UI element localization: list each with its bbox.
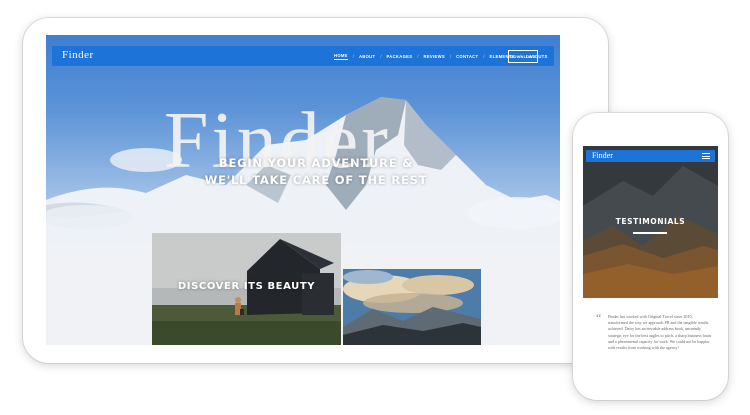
testimonials-title: TESTIMONIALS [615, 217, 686, 226]
download-button[interactable]: DOWNLOAD [508, 50, 538, 63]
hero-section: Finder BEGIN YOUR ADVENTURE & WE'LL TAKE… [46, 35, 560, 245]
discover-caption: DISCOVER ITS BEAUTY [177, 281, 316, 292]
phone-logo[interactable]: Finder [592, 151, 613, 160]
phone-screen: TESTIMONIALS Finder “ Finder has worked … [583, 146, 718, 368]
sky-card[interactable] [343, 269, 481, 345]
phone-navbar: Finder [586, 150, 715, 162]
nav-separator: / [352, 53, 354, 59]
nav-separator: / [483, 53, 485, 59]
nav-separator: / [449, 53, 452, 59]
nav-item-about[interactable]: ABOUT [359, 54, 375, 59]
hamburger-menu-icon[interactable] [702, 153, 710, 161]
nav-item-reviews[interactable]: REVIEWS [424, 54, 445, 59]
hero-tagline-line1: BEGIN YOUR ADVENTURE & [218, 156, 414, 170]
nav-item-packages[interactable]: PACKAGES [387, 54, 413, 59]
quote-icon: “ [596, 311, 602, 325]
nav-separator: / [380, 53, 382, 59]
title-underline [633, 232, 667, 234]
discover-card[interactable]: DISCOVER ITS BEAUTY [152, 233, 341, 345]
site-logo[interactable]: Finder [62, 49, 94, 61]
hero-tagline-line2: WE'LL TAKE CARE OF THE REST [204, 173, 428, 187]
tablet-navbar: Finder HOME / ABOUT / PACKAGES / REVIEWS… [52, 46, 554, 66]
nav-item-home[interactable]: HOME [334, 53, 348, 60]
nav-item-contact[interactable]: CONTACT [456, 54, 478, 59]
tablet-screen: Finder BEGIN YOUR ADVENTURE & WE'LL TAKE… [46, 35, 560, 345]
sky-image [343, 269, 481, 345]
testimonial-text: Finder has worked with Original Travel s… [608, 314, 711, 351]
hero-tagline: BEGIN YOUR ADVENTURE & WE'LL TAKE CARE O… [196, 155, 436, 189]
phone-hero-section: TESTIMONIALS [583, 146, 718, 298]
nav-separator: / [417, 53, 419, 59]
